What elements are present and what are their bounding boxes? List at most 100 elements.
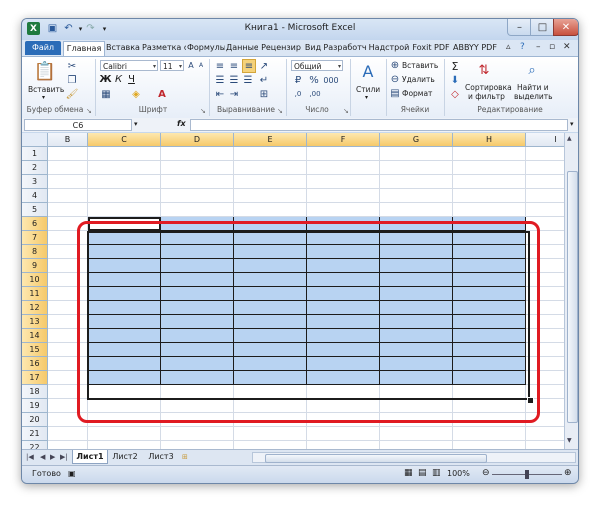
cell-I5[interactable] [526,203,564,217]
row-header-21[interactable]: 21 [22,427,48,441]
cell-G8[interactable] [380,245,453,259]
insert-cells-button[interactable]: Вставить [402,61,438,70]
paste-dropdown-icon[interactable]: ▾ [42,94,45,101]
cell-C17[interactable] [88,371,161,385]
cell-B8[interactable] [48,245,88,259]
tab-data[interactable]: Данные [226,41,258,55]
cell-E18[interactable] [234,385,307,399]
cell-B4[interactable] [48,189,88,203]
cell-H2[interactable] [453,161,526,175]
cell-E14[interactable] [234,329,307,343]
find-select-label-2[interactable]: выделить [514,92,553,101]
decrease-indent-icon[interactable]: ⇤ [214,88,226,100]
cell-C20[interactable] [88,413,161,427]
expand-formula-icon[interactable]: ▾ [570,120,574,128]
horizontal-scrollbar[interactable] [252,452,576,463]
copy-icon[interactable]: ❐ [66,74,78,86]
row-header-12[interactable]: 12 [22,301,48,315]
cell-I16[interactable] [526,357,564,371]
row-header-22[interactable]: 22 [22,441,48,449]
number-launcher-icon[interactable]: ↘ [343,107,349,115]
cell-F2[interactable] [307,161,380,175]
cell-E21[interactable] [234,427,307,441]
tab-foxit-pdf[interactable]: Foxit PDF [411,41,451,55]
cell-E7[interactable] [234,231,307,245]
cell-D10[interactable] [161,273,234,287]
row-header-14[interactable]: 14 [22,329,48,343]
row-header-4[interactable]: 4 [22,189,48,203]
cell-H16[interactable] [453,357,526,371]
row-header-5[interactable]: 5 [22,203,48,217]
cell-H5[interactable] [453,203,526,217]
cell-D4[interactable] [161,189,234,203]
tab-review[interactable]: Рецензир [259,41,303,55]
cell-H21[interactable] [453,427,526,441]
cell-F21[interactable] [307,427,380,441]
row-header-17[interactable]: 17 [22,371,48,385]
cell-H9[interactable] [453,259,526,273]
font-launcher-icon[interactable]: ↘ [200,107,206,115]
cell-G15[interactable] [380,343,453,357]
cell-C22[interactable] [88,441,161,449]
cell-H13[interactable] [453,315,526,329]
cell-I12[interactable] [526,301,564,315]
cell-E11[interactable] [234,287,307,301]
cell-C13[interactable] [88,315,161,329]
percent-icon[interactable]: % [308,74,320,86]
cell-E12[interactable] [234,301,307,315]
new-sheet-icon[interactable]: ⊞ [182,453,188,461]
cell-B7[interactable] [48,231,88,245]
paste-icon[interactable]: 📋 [32,60,58,82]
cell-B10[interactable] [48,273,88,287]
cell-F16[interactable] [307,357,380,371]
cell-C19[interactable] [88,399,161,413]
cell-G22[interactable] [380,441,453,449]
cell-D1[interactable] [161,147,234,161]
currency-format-icon[interactable]: ₽ [291,74,305,86]
cell-H22[interactable] [453,441,526,449]
cell-I17[interactable] [526,371,564,385]
orientation-icon[interactable]: ↗ [258,60,270,72]
cell-G11[interactable] [380,287,453,301]
cell-B9[interactable] [48,259,88,273]
sheet-tab-2[interactable]: Лист2 [108,450,142,463]
align-bottom-icon[interactable]: ≡ [242,59,256,73]
cell-B20[interactable] [48,413,88,427]
cell-C3[interactable] [88,175,161,189]
cell-E4[interactable] [234,189,307,203]
cell-E17[interactable] [234,371,307,385]
vertical-scrollbar[interactable]: ▲ ▼ [564,133,578,449]
name-box[interactable]: C6 [24,119,132,131]
zoom-in-icon[interactable]: ⊕ [564,468,572,478]
insert-function-button[interactable]: fx [177,119,186,128]
cell-B18[interactable] [48,385,88,399]
macro-record-icon[interactable]: ▣ [68,469,76,478]
next-sheet-icon[interactable]: ▶ [50,453,55,461]
cell-I21[interactable] [526,427,564,441]
tab-view[interactable]: Вид [304,41,322,55]
cell-H19[interactable] [453,399,526,413]
row-header-16[interactable]: 16 [22,357,48,371]
cell-B19[interactable] [48,399,88,413]
cell-F11[interactable] [307,287,380,301]
cell-F4[interactable] [307,189,380,203]
cell-B2[interactable] [48,161,88,175]
cell-H3[interactable] [453,175,526,189]
row-header-20[interactable]: 20 [22,413,48,427]
cell-D20[interactable] [161,413,234,427]
column-header-H[interactable]: H [453,133,526,147]
tab-developer[interactable]: Разработч [323,41,367,55]
cell-G1[interactable] [380,147,453,161]
cell-D21[interactable] [161,427,234,441]
tab-file[interactable]: Файл [25,41,61,55]
cell-H15[interactable] [453,343,526,357]
column-header-C[interactable]: C [88,133,161,147]
cell-G10[interactable] [380,273,453,287]
cell-I8[interactable] [526,245,564,259]
cell-B16[interactable] [48,357,88,371]
cell-G17[interactable] [380,371,453,385]
sort-filter-icon[interactable]: ⇅ [474,60,494,80]
cell-F14[interactable] [307,329,380,343]
doc-restore-icon[interactable]: ▫ [549,42,555,52]
doc-minimize-icon[interactable]: – [536,42,541,52]
